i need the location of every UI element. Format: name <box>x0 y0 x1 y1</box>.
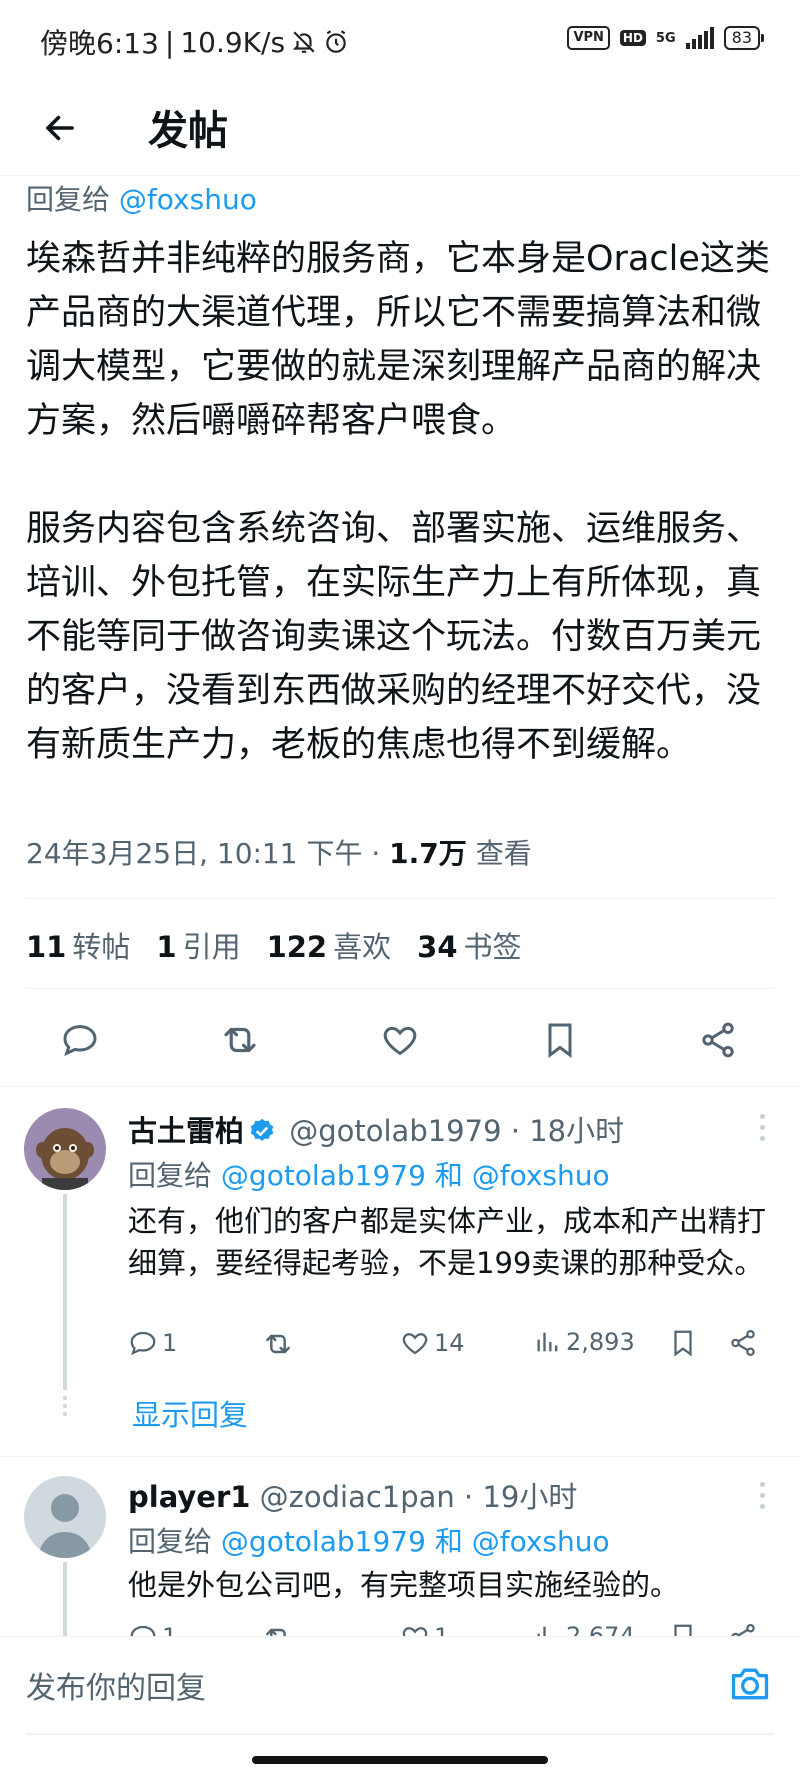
retweet-icon <box>224 1027 256 1053</box>
share-icon <box>702 1022 734 1058</box>
reply-handle-link[interactable]: @foxshuo <box>472 1525 610 1558</box>
bookmark-icon <box>548 1023 572 1058</box>
bookmark-icon <box>674 1330 692 1357</box>
retweet-button[interactable] <box>262 1328 298 1360</box>
signal-icon <box>685 27 714 49</box>
views-chart-icon <box>537 1332 558 1352</box>
status-time: 傍晚6:13 <box>40 27 159 60</box>
ape-avatar-icon <box>24 1108 106 1190</box>
share-button[interactable] <box>728 1328 758 1358</box>
reply-input[interactable]: 发布你的回复 <box>26 1663 206 1707</box>
tweet-paragraph: 服务内容包含系统咨询、部署实施、运维服务、培训、外包托管，在实际生产力上有所体现… <box>26 509 762 765</box>
reply-handle-link[interactable]: @gotolab1979 <box>221 1525 426 1558</box>
arrow-left-icon <box>46 115 74 141</box>
reply-button[interactable]: 1 <box>128 1328 177 1358</box>
reply-handle-link[interactable]: @foxshuo <box>119 183 257 216</box>
status-left: 傍晚6:13 | 10.9K/s <box>40 22 349 62</box>
page-title: 发帖 <box>148 108 228 154</box>
compose-underline <box>26 1733 774 1735</box>
likes-stat[interactable]: 122 喜欢 <box>267 924 392 966</box>
camera-icon <box>731 1668 769 1700</box>
network-speed: 10.9K/s <box>180 25 286 59</box>
home-indicator[interactable] <box>252 1756 548 1764</box>
avatar[interactable] <box>24 1476 106 1558</box>
divider <box>26 988 774 989</box>
tweet-meta: 24年3月25日, 10:11 下午 · 1.7万 查看 <box>26 832 532 872</box>
like-icon <box>402 1333 428 1355</box>
bell-off-icon <box>292 31 315 53</box>
hd-badge: HD <box>619 30 646 46</box>
share-button[interactable] <box>688 1010 748 1070</box>
bookmarks-stat[interactable]: 34 书签 <box>417 924 521 966</box>
like-icon <box>383 1026 417 1056</box>
tweet-paragraph: 埃森哲并非纯粹的服务商，它本身是Oracle这类产品商的大渠道代理，所以它不需要… <box>26 239 770 441</box>
bookmark-button[interactable] <box>530 1010 590 1070</box>
author-handle[interactable]: @gotolab1979 <box>289 1114 501 1148</box>
divider <box>26 898 774 899</box>
retweet-icon <box>266 1334 290 1354</box>
camera-button[interactable] <box>726 1659 774 1707</box>
reply-tweet[interactable]: player1 @zodiac1pan · 19小时 回复给 @gotolab1… <box>0 1458 800 1651</box>
battery-icon: 83 <box>723 26 765 50</box>
reply-text: 他是外包公司吧，有完整项目实施经验的。 <box>128 1568 680 1602</box>
reply-icon <box>63 1025 97 1057</box>
reply-to-line: 回复给 @gotolab1979 和 @foxshuo <box>128 1159 610 1192</box>
vpn-badge: VPN <box>567 26 610 50</box>
divider <box>0 1456 800 1457</box>
tweet-stats: 11 转帖 1 引用 122 喜欢 34 书签 <box>26 924 522 966</box>
reply-to-line: 回复给 @foxshuo <box>26 183 257 216</box>
share-icon <box>731 1330 755 1356</box>
tweet-actions <box>0 1010 800 1080</box>
more-options-icon[interactable] <box>758 1114 766 1141</box>
author-handle[interactable]: @zodiac1pan <box>260 1480 455 1514</box>
reply-handle-link[interactable]: @gotolab1979 <box>221 1159 426 1192</box>
avatar[interactable] <box>24 1108 106 1190</box>
compose-bar: 发布你的回复 <box>0 1636 800 1740</box>
views-count: 1.7万 <box>389 837 467 870</box>
retweets-stat[interactable]: 11 转帖 <box>26 924 130 966</box>
reply-text: 还有，他们的客户都是实体产业，成本和产出精打细算，要经得起考验，不是199卖课的… <box>128 1204 767 1280</box>
quotes-stat[interactable]: 1 引用 <box>156 924 240 966</box>
reply-to-line: 回复给 @gotolab1979 和 @foxshuo <box>128 1525 610 1558</box>
reply-actions: 1 14 2,893 <box>128 1328 768 1368</box>
verified-badge-icon <box>250 1118 274 1141</box>
status-right: VPN HD 5G 83 <box>567 26 765 50</box>
network-type: 5G <box>655 30 676 46</box>
header: 发帖 <box>0 84 800 176</box>
views-label: 查看 <box>475 837 532 870</box>
reply-icon <box>130 1331 156 1356</box>
reply-tweet[interactable]: 古土雷柏 @gotolab1979 · 18小时 回复给 @gotolab197… <box>0 1090 800 1450</box>
thread-line <box>63 1194 67 1390</box>
more-options-icon[interactable] <box>758 1482 766 1509</box>
views-button[interactable]: 2,893 <box>534 1328 635 1356</box>
author-name[interactable]: 古土雷柏 <box>128 1114 244 1148</box>
show-replies-link[interactable]: 显示回复 <box>132 1392 248 1434</box>
reply-time: · 19小时 <box>464 1480 578 1514</box>
reply-header: player1 @zodiac1pan · 19小时 <box>128 1474 577 1516</box>
reply-button[interactable] <box>50 1010 110 1070</box>
tweet-text: 埃森哲并非纯粹的服务商，它本身是Oracle这类产品商的大渠道代理，所以它不需要… <box>26 232 776 772</box>
like-button[interactable] <box>370 1010 430 1070</box>
tweet-timestamp: 24年3月25日, 10:11 下午 · <box>26 837 390 870</box>
reply-handle-link[interactable]: @foxshuo <box>472 1159 610 1192</box>
author-name[interactable]: player1 <box>128 1480 250 1514</box>
retweet-button[interactable] <box>210 1010 270 1070</box>
default-avatar-icon <box>24 1476 106 1558</box>
reply-header: 古土雷柏 @gotolab1979 · 18小时 <box>128 1108 624 1150</box>
bookmark-button[interactable] <box>668 1328 698 1358</box>
divider <box>0 1086 800 1087</box>
back-button[interactable] <box>36 104 84 152</box>
status-bar: 傍晚6:13 | 10.9K/s VPN HD 5G 83 <box>0 0 800 84</box>
reply-time: · 18小时 <box>510 1114 625 1148</box>
thread-line <box>63 1562 67 1640</box>
like-button[interactable]: 14 <box>400 1328 465 1358</box>
thread-dots <box>63 1396 67 1416</box>
alarm-icon <box>326 30 346 53</box>
